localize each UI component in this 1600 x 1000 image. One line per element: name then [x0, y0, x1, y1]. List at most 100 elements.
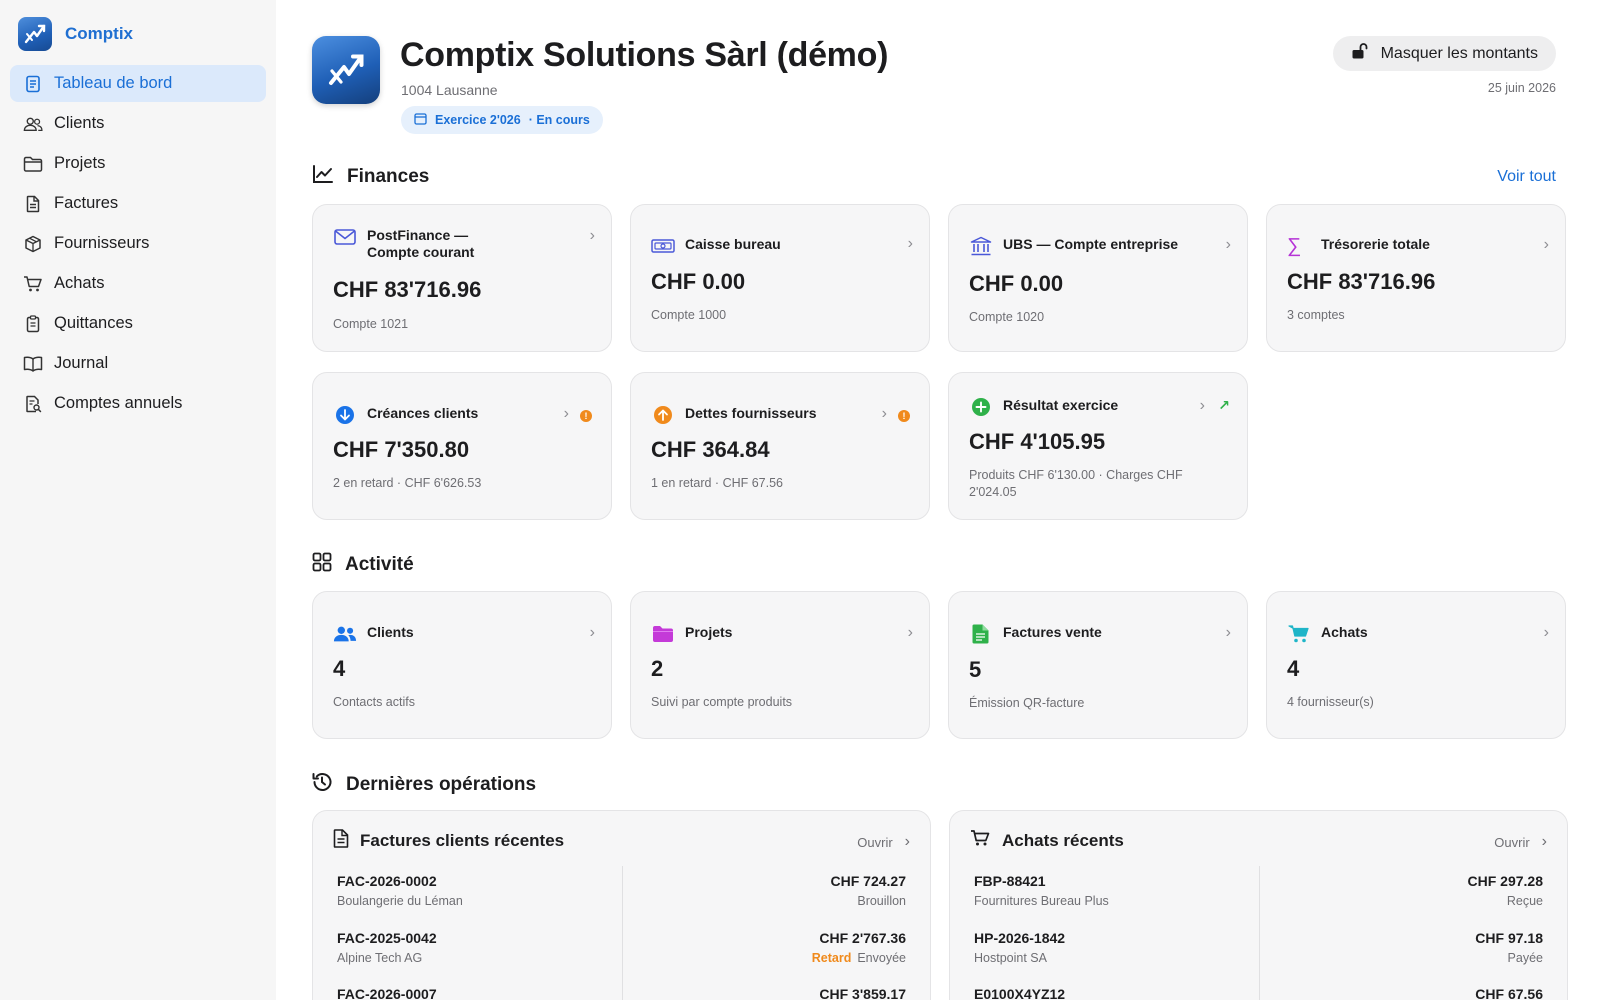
calendar-icon	[414, 112, 427, 128]
warning-badge: !	[580, 410, 592, 422]
postfinance-card[interactable]: PostFinance — Compte courant › CHF 83'71…	[312, 204, 612, 352]
chevron-right-icon: ›	[589, 624, 595, 641]
chevron-right-icon: ›	[1199, 397, 1205, 414]
table-row[interactable]: HP-2026-1842 Hostpoint SA CHF 97.18 Payé…	[974, 930, 1543, 970]
card-value: CHF 4'105.95	[969, 429, 1106, 454]
sidebar-item-quittances[interactable]: Quittances	[10, 305, 266, 342]
trend-up-icon: ↗	[1218, 397, 1230, 413]
sidebar-item-label: Achats	[54, 274, 105, 292]
purchase-amount: CHF 67.56	[1475, 986, 1543, 1000]
chevron-right-icon: ›	[1225, 624, 1231, 641]
sidebar-item-journal[interactable]: Journal	[10, 345, 266, 382]
tresorerie-card[interactable]: ∑ Trésorerie totale › CHF 83'716.96 3 co…	[1266, 204, 1566, 352]
sigma-icon: ∑	[1287, 234, 1302, 257]
table-row[interactable]: FAC-2025-0042 Alpine Tech AG CHF 2'767.3…	[337, 930, 906, 970]
dettes-card[interactable]: Dettes fournisseurs › ! CHF 364.84 1 en …	[630, 372, 930, 520]
card-subtitle: Contacts actifs	[333, 695, 415, 709]
page-title: Comptix Solutions Sàrl (démo)	[400, 36, 889, 74]
sidebar-item-tableau-de-bord[interactable]: Tableau de bord	[10, 65, 266, 102]
card-value: 5	[969, 657, 982, 682]
activity-title: Activité	[345, 554, 414, 575]
recent-invoices-title: Factures clients récentes	[360, 831, 565, 850]
mask-amounts-label: Masquer les montants	[1380, 44, 1538, 62]
card-title: Résultat exercice	[1003, 397, 1119, 413]
unlock-icon	[1351, 42, 1369, 65]
company-city: 1004 Lausanne	[401, 82, 498, 98]
card-subtitle: 3 comptes	[1287, 308, 1345, 322]
card-title: Projets	[685, 624, 733, 640]
table-row[interactable]: FBP-88421 Fournitures Bureau Plus CHF 29…	[974, 873, 1543, 913]
arrow-down-circle-icon	[333, 405, 357, 425]
resultat-card[interactable]: Résultat exercice › ↗ CHF 4'105.95 Produ…	[948, 372, 1248, 520]
ubs-card[interactable]: UBS — Compte entreprise › CHF 0.00 Compt…	[948, 204, 1248, 352]
brand[interactable]: Comptix	[18, 17, 133, 51]
sidebar-item-factures[interactable]: Factures	[10, 185, 266, 222]
card-title: PostFinance — Compte courant	[367, 227, 475, 260]
box-icon	[23, 234, 43, 254]
card-subtitle: 4 fournisseur(s)	[1287, 695, 1374, 709]
plus-circle-icon	[969, 397, 993, 417]
purchase-status: Reçue	[1506, 894, 1543, 908]
sidebar-item-clients[interactable]: Clients	[10, 105, 266, 142]
chevron-right-icon: ›	[563, 405, 569, 422]
exercise-badge[interactable]: Exercice 2'026 · En cours	[401, 106, 603, 134]
caisse-card[interactable]: Caisse bureau › CHF 0.00 Compte 1000	[630, 204, 930, 352]
table-row[interactable]: FAC-2026-0002 Boulangerie du Léman CHF 7…	[337, 873, 906, 913]
sidebar-item-label: Factures	[54, 194, 119, 212]
see-all-link[interactable]: Voir tout	[1497, 168, 1556, 186]
activity-factures-card[interactable]: Factures vente › 5 Émission QR-facture	[948, 591, 1248, 739]
banknote-icon	[651, 236, 675, 256]
purchase-ref: E0100X4YZ12	[974, 986, 1066, 1000]
sidebar-item-label: Projets	[54, 154, 106, 172]
card-subtitle: Suivi par compte produits	[651, 695, 793, 709]
card-value: 4	[333, 656, 346, 681]
open-label: Ouvrir	[857, 834, 893, 850]
sidebar-item-projets[interactable]: Projets	[10, 145, 266, 182]
receipt-icon	[23, 314, 43, 334]
card-value: CHF 0.00	[969, 271, 1064, 296]
activity-clients-card[interactable]: Clients › 4 Contacts actifs	[312, 591, 612, 739]
cart-icon	[23, 274, 43, 294]
folder-fill-icon	[651, 624, 675, 644]
sidebar-item-fournisseurs[interactable]: Fournisseurs	[10, 225, 266, 262]
invoice-ref: FAC-2025-0042	[337, 930, 437, 946]
chevron-right-icon: ›	[1543, 236, 1549, 253]
cart-fill-icon	[1287, 624, 1311, 644]
open-purchases-link[interactable]: Ouvrir ›	[1494, 833, 1547, 851]
dashboard-icon	[23, 74, 43, 94]
purchase-supplier: Fournitures Bureau Plus	[974, 894, 1109, 908]
late-badge: Retard	[811, 951, 852, 965]
card-subtitle: Produits CHF 6'130.00 · Charges CHF 2'02…	[969, 468, 1183, 499]
table-row[interactable]: FAC-2026-0007 CHF 3'859.17	[337, 986, 906, 1000]
recent-invoices-panel: Factures clients récentes Ouvrir › FAC-2…	[312, 810, 931, 1000]
purchase-supplier: Hostpoint SA	[974, 951, 1047, 965]
activity-achats-card[interactable]: Achats › 4 4 fournisseur(s)	[1266, 591, 1566, 739]
creances-card[interactable]: Créances clients › ! CHF 7'350.80 2 en r…	[312, 372, 612, 520]
company-logo-icon	[312, 36, 380, 104]
mask-amounts-button[interactable]: Masquer les montants	[1332, 36, 1556, 71]
open-invoices-link[interactable]: Ouvrir ›	[857, 833, 910, 851]
card-subtitle: 1 en retard · CHF 67.56	[651, 476, 784, 490]
invoice-client: Boulangerie du Léman	[337, 894, 463, 908]
sidebar-item-achats[interactable]: Achats	[10, 265, 266, 302]
chart-line-icon	[312, 164, 334, 190]
card-value: CHF 83'716.96	[1287, 269, 1436, 294]
purchase-status: Payée	[1507, 951, 1543, 965]
activity-projets-card[interactable]: Projets › 2 Suivi par compte produits	[630, 591, 930, 739]
cart-icon	[970, 829, 991, 852]
invoice-amount: CHF 3'859.17	[819, 986, 906, 1000]
table-row[interactable]: E0100X4YZ12 CHF 67.56	[974, 986, 1543, 1000]
history-icon	[311, 771, 333, 799]
chevron-right-icon: ›	[907, 235, 913, 252]
card-subtitle: 2 en retard · CHF 6'626.53	[333, 476, 482, 490]
sidebar-nav: Tableau de bord Clients Projets Factures…	[10, 65, 266, 425]
card-value: 4	[1287, 656, 1300, 681]
invoice-ref: FAC-2026-0002	[337, 873, 437, 889]
chevron-right-icon: ›	[881, 405, 887, 422]
purchase-ref: FBP-88421	[974, 873, 1046, 889]
purchase-ref: HP-2026-1842	[974, 930, 1066, 946]
activity-section-title: Activité	[312, 552, 414, 578]
card-subtitle: Émission QR-facture	[969, 696, 1085, 710]
sidebar-item-comptes-annuels[interactable]: Comptes annuels	[10, 385, 266, 422]
app-logo-icon	[18, 17, 52, 51]
